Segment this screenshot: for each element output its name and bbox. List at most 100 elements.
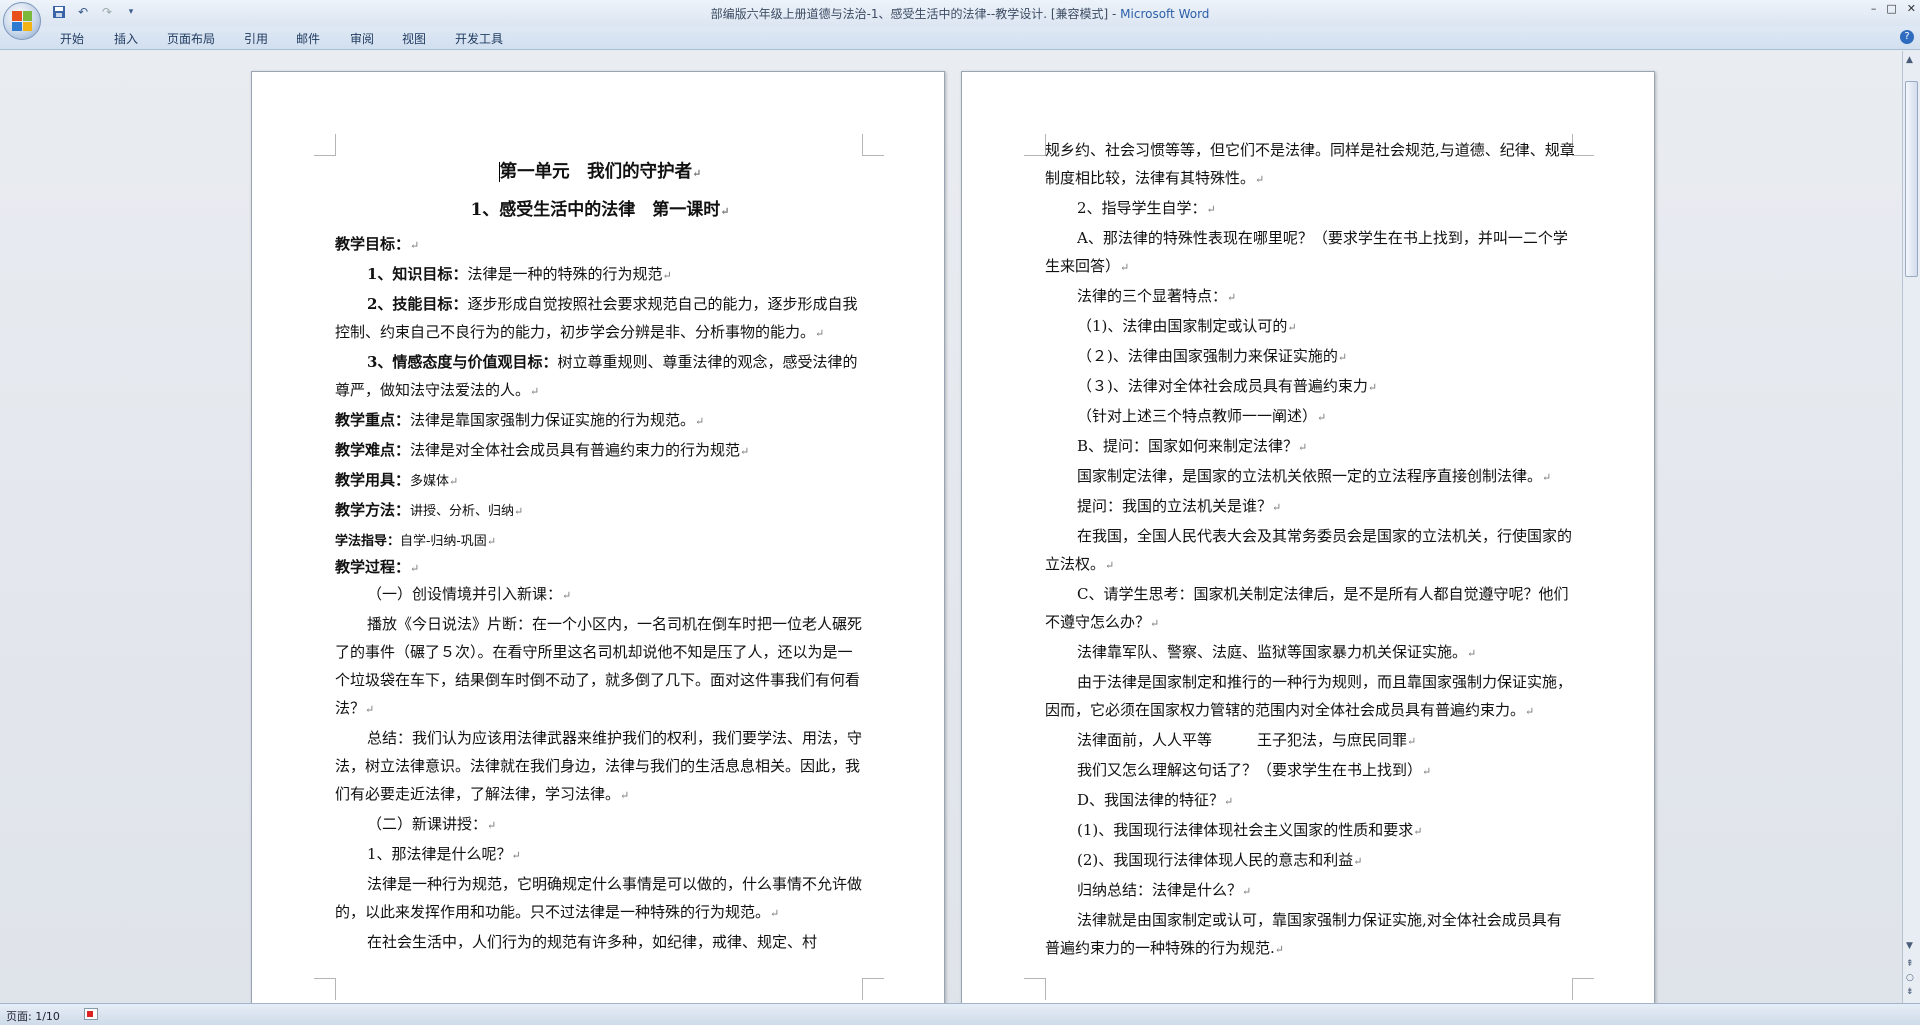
process-heading: 教学过程：↵ <box>335 556 865 580</box>
paragraph-text: B、提问：国家如何来制定法律？ <box>1077 437 1299 455</box>
paragraph: 提问：我国的立法机关是谁？↵ <box>1045 492 1575 522</box>
section-2-text: （二）新课讲授： <box>367 815 488 833</box>
paragraph-3-text: 法律是一种行为规范，它明确规定什么事情是可以做的，什么事情不允许做的，以此来发挥… <box>335 875 863 921</box>
paragraph-mark: ↵ <box>1206 203 1216 216</box>
paragraph-text: 在我国，全国人民代表大会及其常务委员会是国家的立法机关，行使国家的立法权。 <box>1045 527 1573 573</box>
paragraph-mark: ↵ <box>1287 321 1297 334</box>
paragraph-mark: ↵ <box>1227 291 1237 304</box>
paragraph-mark: ↵ <box>562 589 572 602</box>
paragraph-text: （针对上述三个特点教师一一阐述） <box>1077 407 1318 425</box>
tab-developer[interactable]: 开发工具 <box>455 30 503 47</box>
study-guide-text: 自学-归纳-巩固 <box>400 534 487 549</box>
goal-2: 2、技能目标：逐步形成自觉按照社会要求规范自己的能力，逐步形成自我控制、约束自己… <box>335 290 865 348</box>
section-2-heading: （二）新课讲授：↵ <box>335 810 865 840</box>
window-title: 部编版六年级上册道德与法治-1、感受生活中的法律--教学设计. [兼容模式] -… <box>0 5 1920 22</box>
paragraph-mark: ↵ <box>514 505 524 518</box>
page-indicator[interactable]: 页面: 1/10 <box>6 1008 60 1024</box>
page-2-content[interactable]: 规乡约、社会习惯等等，但它们不是法律。同样是社会规范,与道德、纪律、规章制度相比… <box>1045 136 1575 964</box>
vertical-scrollbar[interactable]: ▲ ▼ ⇞ ○ ⇟ <box>1902 51 1920 1003</box>
tab-home[interactable]: 开始 <box>60 30 84 47</box>
difficult-point: 教学难点：法律是对全体社会成员具有普遍约束力的行为规范↵ <box>335 436 865 466</box>
paragraph-text: 国家制定法律，是国家的立法机关依照一定的立法程序直接创制法律。 <box>1077 467 1543 485</box>
status-bar: 页面: 1/10 <box>0 1003 1920 1025</box>
page-1-content[interactable]: 第一单元 我们的守护者↵ 1、感受生活中的法律 第一课时↵ 教学目标：↵ 1、知… <box>335 154 865 956</box>
key-point: 教学重点：法律是靠国家强制力保证实施的行为规范。↵ <box>335 406 865 436</box>
section-1-text: （一）创设情境并引入新课： <box>367 585 563 603</box>
paragraph: （２)、法律由国家强制力来保证实施的↵ <box>1045 342 1575 372</box>
tab-insert[interactable]: 插入 <box>114 30 138 47</box>
previous-page-icon[interactable]: ⇞ <box>1906 959 1914 969</box>
goal-3-label: 3、情感态度与价值观目标： <box>367 353 558 371</box>
tab-page-layout[interactable]: 页面布局 <box>167 30 215 47</box>
tab-mailings[interactable]: 邮件 <box>296 30 320 47</box>
paragraph-mark: ↵ <box>662 269 672 282</box>
office-button[interactable] <box>3 2 41 40</box>
paragraph-text: 法律的三个显著特点： <box>1077 287 1228 305</box>
document-page-1: 第一单元 我们的守护者↵ 1、感受生活中的法律 第一课时↵ 教学目标：↵ 1、知… <box>251 71 945 1003</box>
tab-view[interactable]: 视图 <box>402 30 426 47</box>
minimize-icon[interactable]: – <box>1871 2 1877 15</box>
paragraph-mark: ↵ <box>770 907 780 920</box>
paragraph-mark: ↵ <box>1274 943 1284 956</box>
paragraph-mark: ↵ <box>1105 559 1115 572</box>
paragraph-mark: ↵ <box>1317 411 1327 424</box>
paragraph-mark: ↵ <box>486 535 497 548</box>
tab-references[interactable]: 引用 <box>244 30 268 47</box>
goal-3: 3、情感态度与价值观目标：树立尊重规则、尊重法律的观念，感受法律的尊严，做知法守… <box>335 348 865 406</box>
paragraph-text: （２)、法律由国家强制力来保证实施的 <box>1077 347 1338 365</box>
question-1-text: 1、那法律是什么呢？ <box>367 845 512 863</box>
study-guide-label: 学法指导： <box>335 534 401 549</box>
paragraph-text: （３)、法律对全体社会成员具有普遍约束力 <box>1077 377 1368 395</box>
lesson-title-text: 1、感受生活中的法律 第一课时 <box>470 200 721 220</box>
maximize-icon[interactable]: □ <box>1886 2 1896 15</box>
help-icon[interactable]: ? <box>1900 30 1914 44</box>
app-name: Microsoft Word <box>1120 7 1210 21</box>
paragraph: 2、指导学生自学：↵ <box>1045 194 1575 224</box>
paragraph-mark: ↵ <box>1525 705 1535 718</box>
paragraph-mark: ↵ <box>449 475 459 488</box>
scroll-up-icon[interactable]: ▲ <box>1906 55 1913 65</box>
next-page-icon[interactable]: ⇟ <box>1906 987 1914 997</box>
section-1-heading: （一）创设情境并引入新课：↵ <box>335 580 865 610</box>
paragraph-mark: ↵ <box>695 415 705 428</box>
teaching-tools-label: 教学用具： <box>335 471 411 489</box>
crop-mark <box>314 134 336 156</box>
document-workspace: 第一单元 我们的守护者↵ 1、感受生活中的法律 第一课时↵ 教学目标：↵ 1、知… <box>0 51 1902 1003</box>
goal-2-label: 2、技能目标： <box>367 295 468 313</box>
paragraph: 国家制定法律，是国家的立法机关依照一定的立法程序直接创制法律。↵ <box>1045 462 1575 492</box>
paragraph: 法律的三个显著特点：↵ <box>1045 282 1575 312</box>
difficult-point-label: 教学难点： <box>335 441 411 459</box>
paragraph-mark: ↵ <box>692 167 702 180</box>
document-title: 部编版六年级上册道德与法治-1、感受生活中的法律--教学设计. [兼容模式] - <box>710 7 1121 21</box>
paragraph-4: 在社会生活中，人们行为的规范有许多种，如纪律，戒律、规定、村 <box>335 928 865 956</box>
crop-mark <box>1024 978 1046 1000</box>
browse-object-icon[interactable]: ○ <box>1906 973 1914 983</box>
tab-review[interactable]: 审阅 <box>350 30 374 47</box>
window-controls: – □ ✕ <box>1871 2 1916 15</box>
paragraph-mark: ↵ <box>1120 261 1130 274</box>
paragraph: C、请学生思考：国家机关制定法律后，是不是所有人都自觉遵守呢？他们不遵守怎么办？… <box>1045 580 1575 638</box>
paragraph-mark: ↵ <box>1272 501 1282 514</box>
process-heading-text: 教学过程： <box>335 558 411 576</box>
key-point-label: 教学重点： <box>335 411 411 429</box>
paragraph-mark: ↵ <box>1337 351 1348 364</box>
paragraph-text: （1)、法律由国家制定或认可的 <box>1077 317 1288 335</box>
paragraph-mark: ↵ <box>1467 647 1477 660</box>
paragraph-mark: ↵ <box>620 789 630 802</box>
paragraph-text: 法律靠军队、警察、法庭、监狱等国家暴力机关保证实施。 <box>1077 643 1468 661</box>
crop-mark <box>862 978 884 1000</box>
paragraph: （３)、法律对全体社会成员具有普遍约束力↵ <box>1045 372 1575 402</box>
proofing-icon[interactable] <box>84 1008 98 1020</box>
paragraph-mark: ↵ <box>410 562 420 575</box>
scrollbar-thumb[interactable] <box>1905 81 1918 277</box>
paragraph-mark: ↵ <box>530 385 540 398</box>
paragraph-4-text: 在社会生活中，人们行为的规范有许多种，如纪律，戒律、规定、村 <box>367 933 818 951</box>
paragraph-mark: ↵ <box>720 205 730 218</box>
scroll-down-icon[interactable]: ▼ <box>1906 941 1913 951</box>
goal-1-text: 法律是一种的特殊的行为规范 <box>467 265 663 283</box>
paragraph: 由于法律是国家制定和推行的一种行为规则，而且靠国家强制力保证实施，因而，它必须在… <box>1045 668 1575 726</box>
paragraph: （1)、法律由国家制定或认可的↵ <box>1045 312 1575 342</box>
close-icon[interactable]: ✕ <box>1907 2 1916 15</box>
paragraph: 在我国，全国人民代表大会及其常务委员会是国家的立法机关，行使国家的立法权。↵ <box>1045 522 1575 580</box>
title-bar: ↶ ↷ ▾ 部编版六年级上册道德与法治-1、感受生活中的法律--教学设计. [兼… <box>0 0 1920 40</box>
